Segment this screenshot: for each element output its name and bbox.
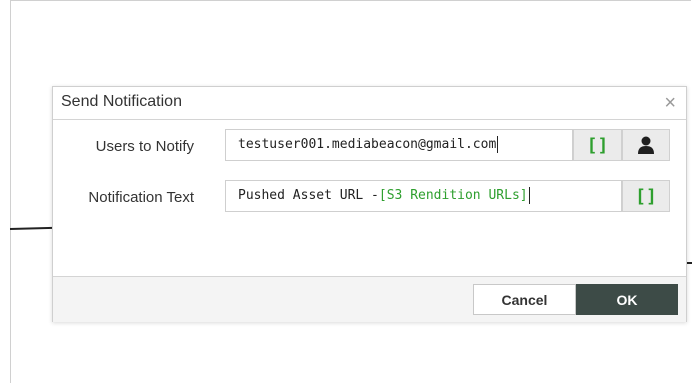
select-user-button[interactable] [622, 129, 670, 161]
notification-text-token: [S3 Rendition URLs] [378, 188, 528, 203]
users-to-notify-value: testuser001.mediabeacon@gmail.com [238, 137, 497, 152]
dialog-footer: Cancel OK [53, 276, 686, 322]
bracket-insert-icon: [] [635, 185, 657, 207]
text-caret [528, 187, 530, 204]
users-to-notify-input[interactable]: testuser001.mediabeacon@gmail.com [225, 129, 573, 161]
insert-token-button[interactable]: [] [622, 180, 670, 212]
ok-button[interactable]: OK [576, 284, 678, 315]
user-icon [638, 136, 654, 154]
text-caret [497, 136, 499, 153]
bracket-insert-icon: [] [586, 134, 609, 156]
send-notification-dialog: Send Notification × Users to Notify test… [52, 86, 687, 322]
dialog-header: Send Notification × [53, 87, 686, 121]
insert-token-button[interactable]: [] [573, 129, 622, 161]
dialog-title: Send Notification [61, 93, 182, 110]
close-icon[interactable]: × [664, 93, 676, 113]
notification-text-label: Notification Text [88, 189, 194, 206]
header-divider [53, 119, 686, 120]
cancel-button[interactable]: Cancel [473, 284, 576, 315]
users-to-notify-label: Users to Notify [95, 138, 194, 155]
notification-text-input[interactable]: Pushed Asset URL -[S3 Rendition URLs] [225, 180, 622, 212]
notification-text-plain: Pushed Asset URL - [238, 188, 379, 203]
